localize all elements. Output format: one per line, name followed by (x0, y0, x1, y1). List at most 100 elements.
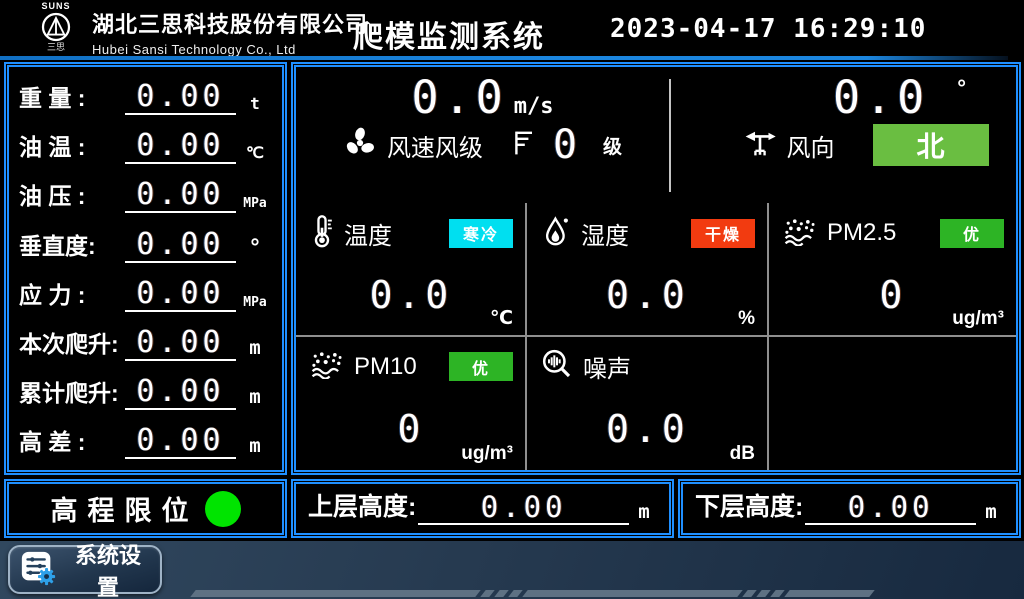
pm10-dust-icon (310, 349, 344, 384)
wind-section: 0.0 m/s 风速风级 (296, 67, 1016, 203)
environment-panel: 0.0 m/s 风速风级 (291, 62, 1021, 475)
sensor-row-oil-temp: 油 温 : 0.00 ℃ (15, 120, 276, 169)
pm25-unit: ug/m³ (952, 308, 1004, 330)
sensor-unit: t (236, 94, 274, 115)
elevation-limit-label: 高程限位 (51, 489, 199, 528)
header-accent-line (0, 56, 1008, 60)
sensor-label: 本次爬升: (19, 325, 125, 361)
weather-label: PM2.5 (827, 219, 896, 247)
header: SUNS 三思 湖北三思科技股份有限公司 Hubei Sansi Technol… (0, 0, 1024, 56)
weather-cell-pm25: PM2.5 优 0 ug/m³ (769, 203, 1016, 337)
company-name-en: Hubei Sansi Technology Co., Ltd (92, 42, 368, 57)
wind-level-icon (511, 128, 535, 163)
lower-height-label: 下层高度: (695, 487, 803, 525)
pm10-unit: ug/m³ (461, 443, 513, 465)
temperature-value: 0.0 (310, 273, 513, 317)
system-settings-button[interactable]: 系统设置 (8, 545, 162, 594)
bottom-bar: 系统设置 (0, 541, 1024, 599)
sensor-unit: MPa (236, 196, 274, 213)
sensor-label: 油 温 : (19, 128, 125, 164)
humidity-value: 0.0 (541, 273, 755, 317)
weather-label: 温度 (344, 216, 392, 251)
wind-speed-block: 0.0 m/s 风速风级 (296, 67, 669, 203)
settings-sliders-gear-icon (19, 549, 57, 590)
upper-height-label: 上层高度: (308, 487, 416, 525)
sensor-unit: ° (236, 236, 274, 263)
sensor-unit: ℃ (236, 143, 274, 164)
company-name-cn: 湖北三思科技股份有限公司 (92, 7, 368, 39)
wind-direction-button[interactable]: 北 (873, 124, 989, 166)
wind-vane-icon (743, 127, 777, 164)
noise-unit: dB (730, 443, 755, 465)
weather-grid: 温度 寒冷 0.0 ℃ 湿度 干燥 (296, 203, 1016, 470)
noise-value: 0.0 (541, 407, 755, 451)
sensor-row-stress: 应 力 : 0.00 MPa (15, 268, 276, 317)
sensor-label: 高 差 : (19, 423, 125, 459)
sensor-row-current-climb: 本次爬升: 0.00 m (15, 317, 276, 366)
monitoring-screen: SUNS 三思 湖北三思科技股份有限公司 Hubei Sansi Technol… (0, 0, 1024, 599)
wind-speed-label: 风速风级 (387, 128, 483, 163)
humidity-droplet-icon (541, 215, 571, 252)
temperature-unit: ℃ (490, 307, 513, 330)
elevation-limit-status-dot (205, 491, 241, 527)
sensor-value: 0.00 (125, 131, 236, 164)
sensor-label: 累计爬升: (19, 374, 125, 410)
pm25-dust-icon (783, 216, 817, 251)
weather-cell-humidity: 湿度 干燥 0.0 % (527, 203, 769, 337)
sensor-value: 0.00 (125, 377, 236, 410)
wind-direction-block: 0.0 ° 风向 北 (671, 67, 1016, 203)
elevation-limit-panel: 高程限位 (4, 479, 287, 538)
noise-icon (541, 348, 573, 385)
sensor-row-weight: 重 量 : 0.00 t (15, 71, 276, 120)
company-logo: SUNS 三思 (26, 2, 86, 52)
sensor-unit: m (236, 435, 274, 459)
weather-label: PM10 (354, 353, 417, 381)
page-title: 爬模监测系统 (353, 12, 545, 56)
sensor-label: 垂直度: (19, 227, 125, 263)
wind-speed-unit: m/s (514, 94, 554, 119)
sensor-value: 0.00 (125, 279, 236, 312)
sensor-value: 0.00 (125, 180, 236, 213)
weather-label: 湿度 (581, 216, 629, 251)
sensor-label: 重 量 : (19, 79, 125, 115)
pm25-status-badge: 优 (940, 219, 1004, 248)
sensor-row-verticality: 垂直度: 0.00 ° (15, 218, 276, 267)
upper-height-box: 上层高度: 0.00 m (291, 479, 674, 538)
sensor-unit: m (236, 337, 274, 361)
sensor-value: 0.00 (125, 328, 236, 361)
wind-level-unit: 级 (603, 132, 622, 159)
company-name-block: 湖北三思科技股份有限公司 Hubei Sansi Technology Co.,… (92, 7, 368, 57)
sensor-label: 油 压 : (19, 177, 125, 213)
upper-height-value: 0.00 (418, 493, 629, 525)
logo-text-top: SUNS (26, 2, 86, 11)
wind-direction-value: 0.0 (833, 71, 929, 124)
sensor-unit: MPa (236, 295, 274, 312)
lower-height-unit: m (976, 501, 1006, 525)
wind-direction-unit: ° (957, 75, 966, 100)
weather-label: 噪声 (583, 349, 631, 384)
logo-text-bottom: 三思 (26, 43, 86, 52)
sensor-value: 0.00 (125, 82, 236, 115)
weather-cell-pm10: PM10 优 0 ug/m³ (296, 337, 527, 471)
humidity-unit: % (738, 308, 755, 330)
bottom-bar-decoration (190, 590, 874, 597)
upper-height-unit: m (629, 501, 659, 525)
sensor-row-total-climb: 累计爬升: 0.00 m (15, 366, 276, 415)
humidity-status-badge: 干燥 (691, 219, 755, 248)
sensor-row-height-diff: 高 差 : 0.00 m (15, 415, 276, 464)
wind-speed-value: 0.0 (411, 71, 507, 124)
weather-cell-empty (769, 337, 1016, 471)
sensor-unit: m (236, 386, 274, 410)
sensor-value: 0.00 (125, 426, 236, 459)
weather-cell-temperature: 温度 寒冷 0.0 ℃ (296, 203, 527, 337)
weather-cell-noise: 噪声 0.0 dB (527, 337, 769, 471)
fan-icon (343, 126, 377, 165)
temperature-status-badge: 寒冷 (449, 219, 513, 248)
lower-height-box: 下层高度: 0.00 m (678, 479, 1021, 538)
sensor-panel: 重 量 : 0.00 t 油 温 : 0.00 ℃ 油 压 : 0.00 MPa… (4, 62, 287, 475)
sensor-value: 0.00 (125, 230, 236, 263)
lower-height-value: 0.00 (805, 493, 976, 525)
sensor-row-oil-pressure: 油 压 : 0.00 MPa (15, 169, 276, 218)
wind-direction-label: 风向 (787, 128, 835, 163)
pm10-status-badge: 优 (449, 352, 513, 381)
